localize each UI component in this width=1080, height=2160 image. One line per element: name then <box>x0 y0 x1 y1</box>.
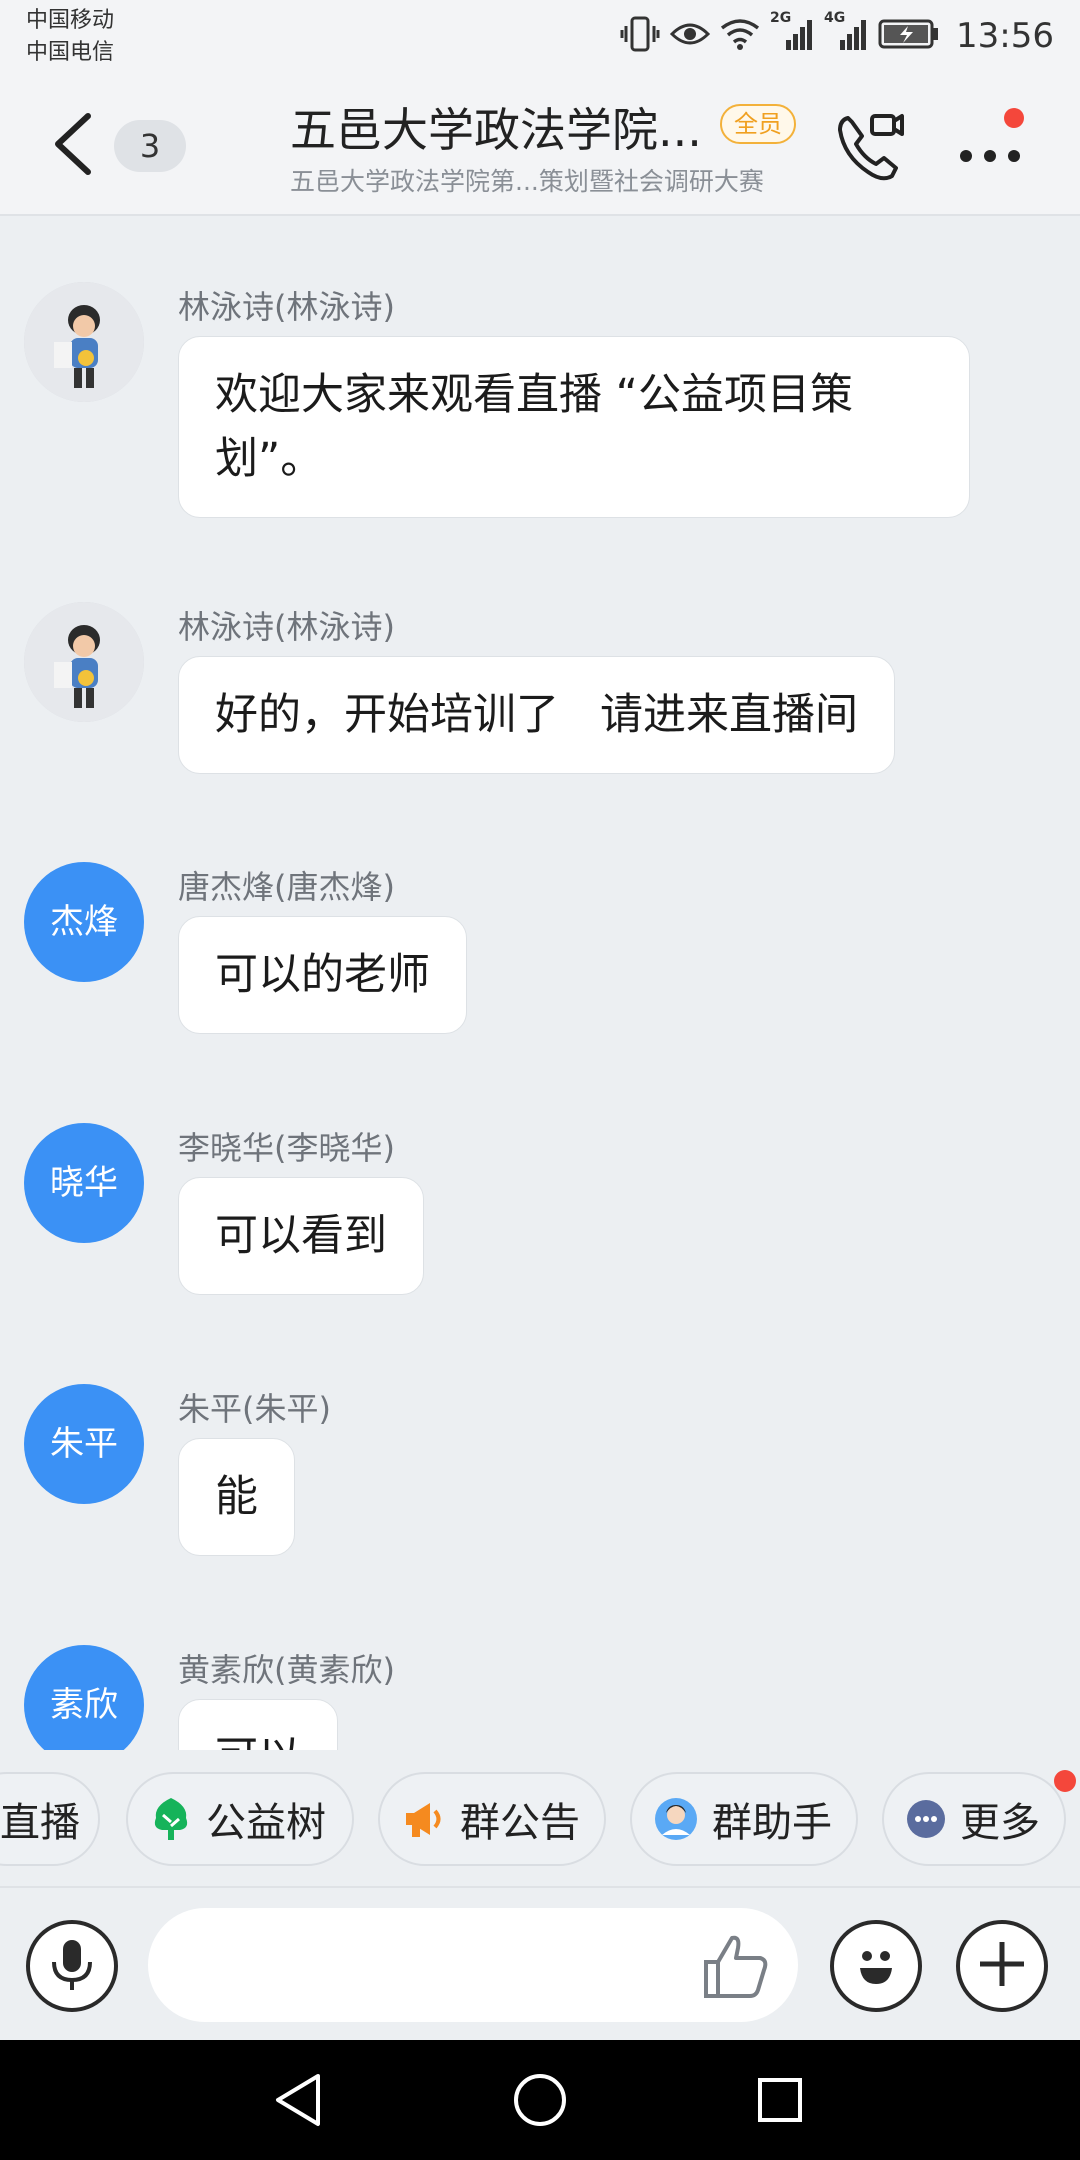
message-bubble[interactable]: 能 <box>178 1438 295 1556</box>
back-arrow-icon[interactable] <box>50 112 94 176</box>
nav-recents-icon[interactable] <box>748 2068 812 2132</box>
wifi-icon <box>720 18 760 54</box>
assistant-icon <box>654 1797 698 1841</box>
message-bubble[interactable]: 可以 <box>178 1699 338 1750</box>
quick-action-live[interactable]: 直播 <box>0 1772 100 1866</box>
quick-action-label: 更多 <box>960 1800 1040 1846</box>
avatar[interactable]: 素欣 <box>24 1645 144 1750</box>
avatar[interactable] <box>24 602 144 722</box>
megaphone-icon <box>402 1799 446 1839</box>
avatar[interactable]: 朱平 <box>24 1384 144 1504</box>
message-bubble[interactable]: 可以的老师 <box>178 916 467 1034</box>
message-item: 素欣 黄素欣(黄素欣) 可以 <box>0 1645 1080 1750</box>
sender-name: 唐杰烽(唐杰烽) <box>178 868 395 906</box>
voice-button[interactable] <box>26 1920 118 2012</box>
clock: 13:56 <box>956 16 1054 56</box>
tree-icon <box>150 1796 192 1842</box>
network-2g-label: 2G <box>770 10 792 26</box>
carrier-primary: 中国移动 <box>26 8 115 33</box>
avatar[interactable]: 晓华 <box>24 1123 144 1243</box>
thumbs-up-icon[interactable] <box>698 1928 774 2004</box>
quick-action-label: 公益树 <box>206 1800 326 1846</box>
group-subtitle[interactable]: 五邑大学政法学院第...策划暨社会调研大赛 <box>290 162 764 198</box>
plus-icon <box>974 1936 1030 1996</box>
sender-name: 朱平(朱平) <box>178 1390 331 1428</box>
message-item: 林泳诗(林泳诗) 好的，开始培训了 请进来直播间 <box>0 602 1080 782</box>
message-bubble[interactable]: 欢迎大家来观看直播 “公益项目策划”。 <box>178 336 970 518</box>
sender-name: 黄素欣(黄素欣) <box>178 1651 395 1689</box>
status-icons: 2G 4G 13:56 <box>620 10 1054 60</box>
video-call-icon[interactable] <box>830 108 910 188</box>
quick-action-assistant[interactable]: 群助手 <box>630 1772 858 1866</box>
battery-charging-icon <box>878 18 940 54</box>
nav-back-icon[interactable] <box>268 2068 332 2132</box>
vibrate-icon <box>620 16 660 56</box>
nav-home-icon[interactable] <box>508 2068 572 2132</box>
notification-dot <box>1054 1770 1076 1792</box>
quick-action-label: 群助手 <box>712 1800 832 1846</box>
chat-header: 3 五邑大学政法学院... 全员 五邑大学政法学院第...策划暨社会调研大赛 <box>0 72 1080 216</box>
status-bar: 中国移动 中国电信 2G 4G 13:56 <box>0 0 1080 72</box>
add-button[interactable] <box>956 1920 1048 2012</box>
quick-action-bar[interactable]: 直播 公益树 群公告 群助手 更多 <box>0 1750 1080 1888</box>
quick-action-more[interactable]: 更多 <box>882 1772 1066 1866</box>
message-bubble[interactable]: 好的，开始培训了 请进来直播间 <box>178 656 896 774</box>
eye-icon <box>669 19 711 53</box>
carrier-secondary: 中国电信 <box>26 40 115 65</box>
input-bar <box>0 1890 1080 2040</box>
message-item: 杰烽 唐杰烽(唐杰烽) 可以的老师 <box>0 862 1080 1042</box>
group-title[interactable]: 五邑大学政法学院... <box>290 94 702 160</box>
quick-action-label: 群公告 <box>460 1800 580 1846</box>
avatar[interactable] <box>24 282 144 402</box>
sender-name: 李晓华(李晓华) <box>178 1129 395 1167</box>
emoji-button[interactable] <box>830 1920 922 2012</box>
unread-count-badge[interactable]: 3 <box>114 120 186 172</box>
message-bubble[interactable]: 可以看到 <box>178 1177 424 1295</box>
message-list[interactable]: 林泳诗(林泳诗) 欢迎大家来观看直播 “公益项目策划”。 林泳诗(林泳诗) 好的… <box>0 218 1080 1750</box>
microphone-icon <box>48 1936 96 1996</box>
quick-action-tree[interactable]: 公益树 <box>126 1772 354 1866</box>
signal-2g-icon: 2G <box>770 10 814 56</box>
avatar[interactable]: 杰烽 <box>24 862 144 982</box>
sender-name: 林泳诗(林泳诗) <box>178 288 395 326</box>
quick-action-label: 直播 <box>0 1800 80 1846</box>
message-item: 林泳诗(林泳诗) 欢迎大家来观看直播 “公益项目策划”。 <box>0 282 1080 522</box>
more-dots-icon <box>906 1799 946 1839</box>
message-item: 朱平 朱平(朱平) 能 <box>0 1384 1080 1564</box>
network-4g-label: 4G <box>824 10 846 26</box>
quick-action-announcement[interactable]: 群公告 <box>378 1772 606 1866</box>
system-navigation-bar <box>0 2040 1080 2160</box>
notification-dot <box>1004 108 1024 128</box>
sender-name: 林泳诗(林泳诗) <box>178 608 395 646</box>
signal-4g-icon: 4G <box>824 10 868 56</box>
smile-icon <box>848 1936 904 1996</box>
message-item: 晓华 李晓华(李晓华) 可以看到 <box>0 1123 1080 1303</box>
more-options-icon[interactable] <box>956 132 1026 172</box>
member-scope-tag: 全员 <box>720 104 796 144</box>
